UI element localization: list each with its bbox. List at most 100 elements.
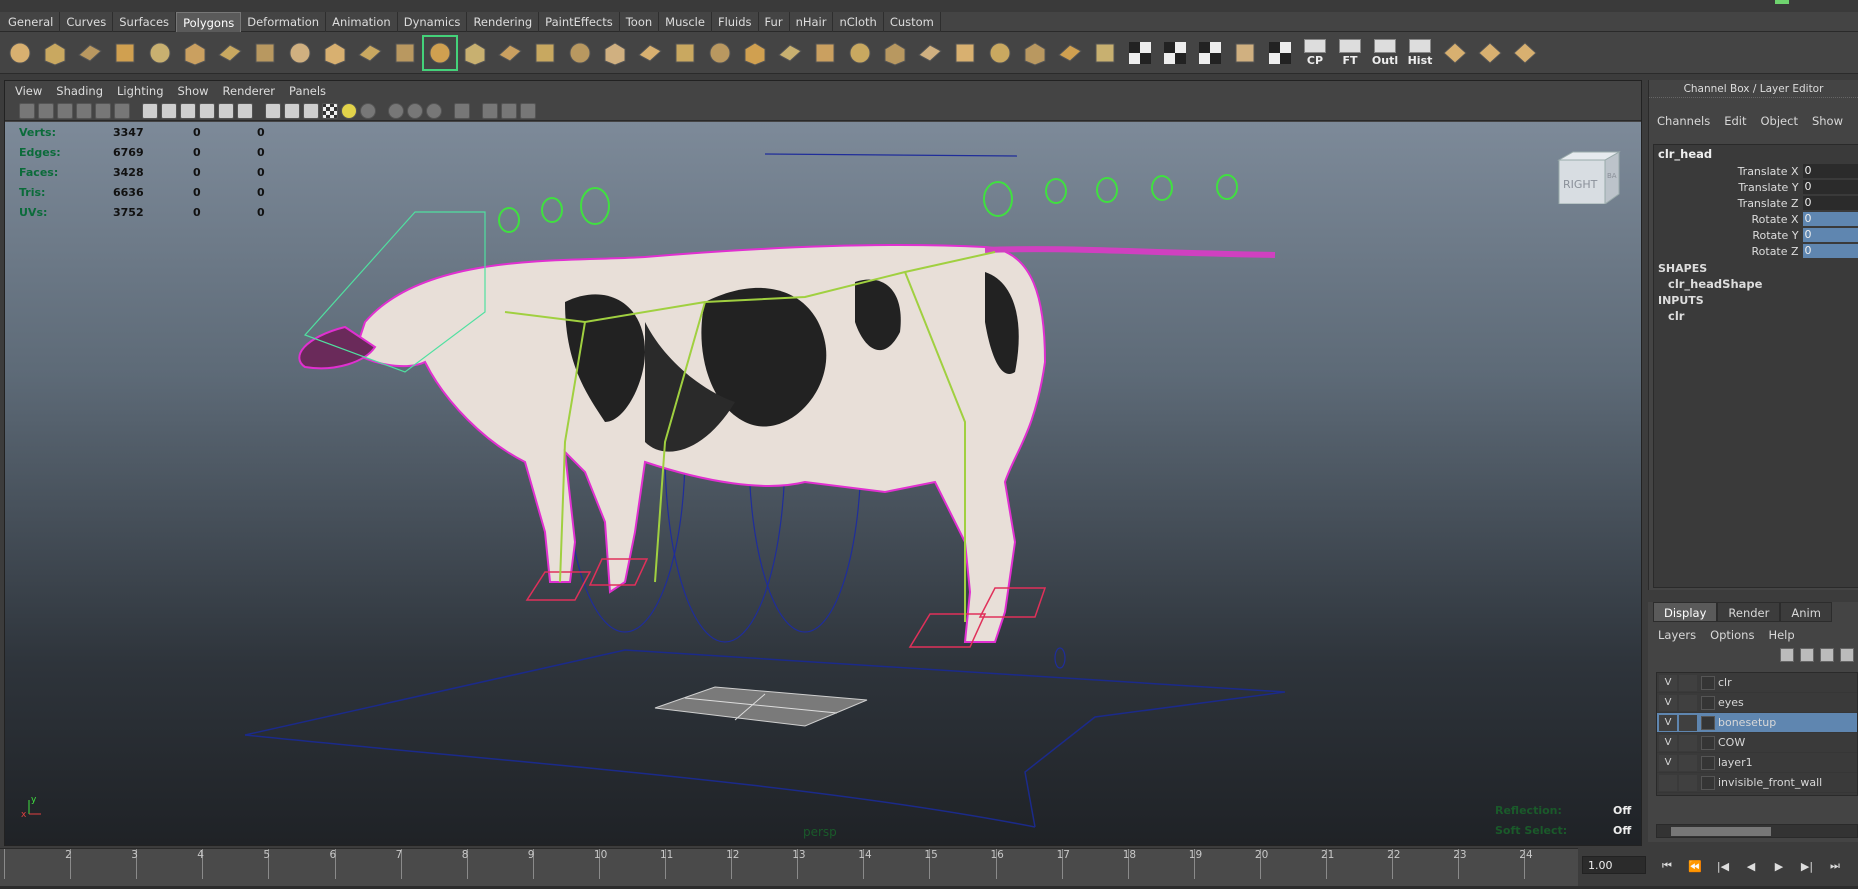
cone-icon[interactable] [109, 37, 141, 69]
checker1-icon[interactable] [1124, 37, 1156, 69]
automatic-icon[interactable] [1089, 37, 1121, 69]
soccer-icon[interactable] [319, 37, 351, 69]
attribute-rotate-y[interactable]: Rotate Y0 [1654, 227, 1858, 243]
layer-visibility-toggle[interactable] [1659, 774, 1677, 791]
backface-icon[interactable] [426, 102, 442, 119]
layer-color-swatch[interactable] [1701, 715, 1715, 730]
shelf-tab-fur[interactable]: Fur [759, 12, 790, 32]
hq-render-icon[interactable] [482, 102, 498, 119]
shelf-tab-rendering[interactable]: Rendering [467, 12, 540, 32]
grease-pencil-icon[interactable] [114, 102, 130, 119]
camera-attr-icon[interactable] [38, 102, 54, 119]
viewport-menu-panels[interactable]: Panels [285, 84, 332, 101]
xray-icon[interactable] [388, 102, 404, 119]
append-icon[interactable] [739, 37, 771, 69]
ambient-occ-icon[interactable] [501, 102, 517, 119]
step-back-key-icon[interactable]: ⏪ [1684, 856, 1706, 876]
layer-color-swatch[interactable] [1701, 755, 1715, 770]
play-forward-icon[interactable]: ▶ [1768, 856, 1790, 876]
layer-row-clr[interactable]: Vclr [1657, 673, 1857, 693]
shelf-tab-nhair[interactable]: nHair [790, 12, 834, 32]
safe-action-icon[interactable] [237, 102, 253, 119]
prism-icon[interactable] [214, 37, 246, 69]
grid-icon[interactable] [142, 102, 158, 119]
layout2-icon[interactable] [1474, 37, 1506, 69]
step-forward-frame-icon[interactable]: ▶| [1796, 856, 1818, 876]
outl-tool-button[interactable]: Outl [1369, 37, 1401, 69]
cp-tool-button[interactable]: CP [1299, 37, 1331, 69]
field-chart-icon[interactable] [218, 102, 234, 119]
shelf-tab-deformation[interactable]: Deformation [241, 12, 327, 32]
attribute-value-field[interactable]: 0 [1802, 196, 1858, 210]
planar-icon[interactable] [984, 37, 1016, 69]
xray-joints-icon[interactable] [407, 102, 423, 119]
pipe-icon[interactable] [249, 37, 281, 69]
attribute-value-field[interactable]: 0 [1802, 180, 1858, 194]
layer-tab-render[interactable]: Render [1717, 602, 1781, 622]
layer-options-icon[interactable] [1820, 648, 1834, 662]
layer-template-toggle[interactable] [1679, 674, 1697, 691]
attribute-translate-x[interactable]: Translate X0 [1654, 163, 1858, 179]
hist-tool-button[interactable]: Hist [1404, 37, 1436, 69]
bridge-icon[interactable] [669, 37, 701, 69]
shelf-tab-custom[interactable]: Custom [884, 12, 941, 32]
layer-visibility-toggle[interactable]: V [1659, 694, 1677, 711]
wire-on-shaded-icon[interactable] [303, 102, 319, 119]
scrollbar-thumb[interactable] [1671, 827, 1771, 836]
channel-menu-channels[interactable]: Channels [1657, 114, 1710, 128]
gate-mask-icon[interactable] [199, 102, 215, 119]
ft-tool-button[interactable]: FT [1334, 37, 1366, 69]
attribute-value-field[interactable]: 0 [1802, 228, 1858, 242]
2d-pan-icon[interactable] [95, 102, 111, 119]
merge-icon[interactable] [634, 37, 666, 69]
extrude-icon[interactable] [704, 37, 736, 69]
shape-node[interactable]: clr_headShape [1654, 275, 1858, 291]
attribute-rotate-z[interactable]: Rotate Z0 [1654, 243, 1858, 259]
layer-color-swatch[interactable] [1701, 675, 1715, 690]
wedge-icon[interactable] [879, 37, 911, 69]
selected-object-name[interactable]: clr_head [1654, 145, 1858, 163]
shelf-tab-ncloth[interactable]: nCloth [833, 12, 884, 32]
viewport-menu-shading[interactable]: Shading [52, 84, 109, 101]
cylinder-icon[interactable] [74, 37, 106, 69]
helix-icon[interactable] [284, 37, 316, 69]
film-gate-icon[interactable] [161, 102, 177, 119]
attribute-value-field[interactable]: 0 [1802, 212, 1858, 226]
channel-menu-object[interactable]: Object [1761, 114, 1798, 128]
spherical-icon[interactable] [1054, 37, 1086, 69]
layer-row-cow[interactable]: V COW [1657, 733, 1857, 753]
shelf-tab-general[interactable]: General [2, 12, 61, 32]
channel-menu-show[interactable]: Show [1812, 114, 1843, 128]
attribute-translate-z[interactable]: Translate Z0 [1654, 195, 1858, 211]
current-frame-field[interactable]: 1.00 [1582, 856, 1646, 874]
channel-menu-edit[interactable]: Edit [1724, 114, 1746, 128]
bookmark-icon[interactable] [57, 102, 73, 119]
viewport-menu-lighting[interactable]: Lighting [113, 84, 169, 101]
average-icon[interactable] [564, 37, 596, 69]
play-backward-icon[interactable]: ◀ [1740, 856, 1762, 876]
extract-icon[interactable] [459, 37, 491, 69]
plane-icon[interactable] [144, 37, 176, 69]
shelf-tab-dynamics[interactable]: Dynamics [398, 12, 468, 32]
layer-color-swatch[interactable] [1701, 775, 1715, 790]
perspective-viewport[interactable]: Verts: 3347 0 0 Edges: 6769 0 0 Faces: 3428 0 0 Tris… [5, 122, 1641, 845]
layer-template-toggle[interactable] [1679, 694, 1697, 711]
attribute-translate-y[interactable]: Translate Y0 [1654, 179, 1858, 195]
layout-icon[interactable] [1439, 37, 1471, 69]
textured-icon[interactable] [322, 102, 338, 119]
new-layer-icon[interactable] [1780, 648, 1794, 662]
layer-row-layer1[interactable]: Vlayer1 [1657, 753, 1857, 773]
shelf-tab-muscle[interactable]: Muscle [659, 12, 712, 32]
checker4-icon[interactable] [1264, 37, 1296, 69]
layer-template-toggle[interactable] [1679, 714, 1697, 731]
resolution-gate-icon[interactable] [180, 102, 196, 119]
layer-color-swatch[interactable] [1701, 695, 1715, 710]
attribute-value-field[interactable]: 0 [1802, 244, 1858, 258]
booleans-icon[interactable] [494, 37, 526, 69]
mirror-icon[interactable] [599, 37, 631, 69]
layer-menu-help[interactable]: Help [1768, 628, 1794, 644]
isolate-icon[interactable] [454, 102, 470, 119]
smooth-shade-icon[interactable] [284, 102, 300, 119]
input-node[interactable]: clr [1654, 307, 1858, 323]
layer-scrollbar[interactable] [1656, 824, 1858, 838]
